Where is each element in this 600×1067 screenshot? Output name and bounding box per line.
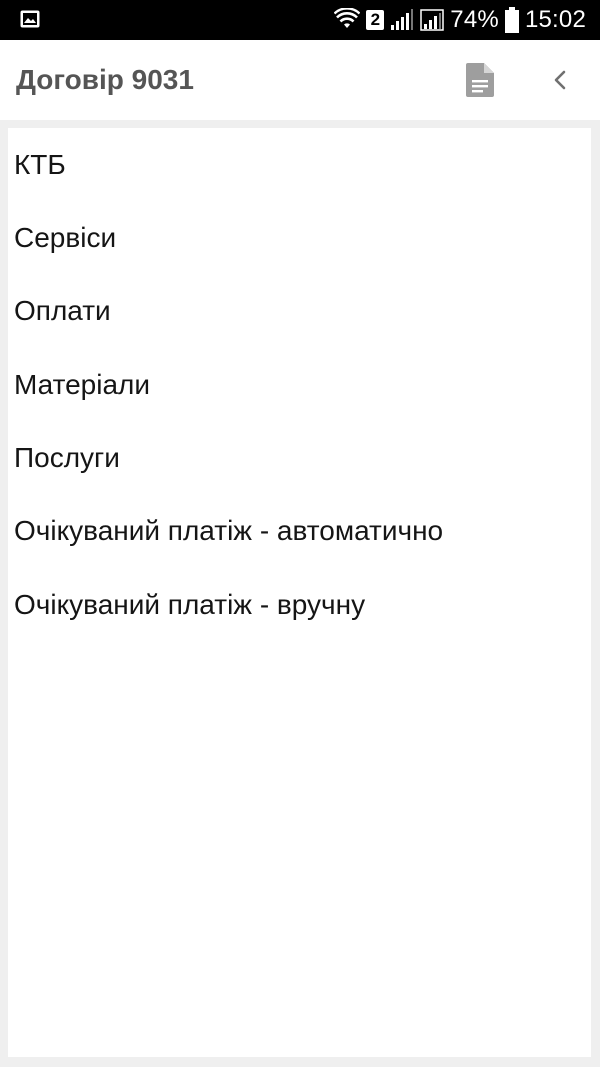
battery-percent: 74% (450, 6, 499, 33)
menu-item-materials[interactable]: Матеріали (8, 355, 591, 415)
chevron-left-icon (554, 70, 566, 90)
signal-icon (420, 9, 445, 31)
back-button[interactable] (540, 60, 580, 100)
wifi-icon (334, 8, 361, 28)
menu-item-services[interactable]: Сервіси (8, 208, 591, 268)
menu-item-ktb[interactable]: КТБ (8, 135, 591, 195)
menu-item-payments[interactable]: Оплати (8, 281, 591, 341)
clock: 15:02 (524, 6, 586, 33)
document-button[interactable] (460, 60, 500, 100)
document-icon (466, 63, 494, 97)
menu-item-expected-payment-manual[interactable]: Очікуваний платіж - вручну (8, 575, 591, 635)
menu-item-expected-payment-auto[interactable]: Очікуваний платіж - автоматично (8, 501, 591, 561)
menu-item-services-provided[interactable]: Послуги (8, 428, 591, 488)
content-card: КТБ Сервіси Оплати Матеріали Послуги Очі… (8, 128, 591, 1057)
image-notification-icon (20, 10, 40, 28)
status-bar-right: 2 74% 15:02 (334, 0, 586, 40)
signal-icon (391, 9, 414, 30)
page-title: Договір 9031 (16, 64, 194, 95)
status-bar: 2 74% 15:02 (0, 0, 600, 40)
app-bar: Договір 9031 (0, 40, 600, 120)
sim-slot-badge: 2 (366, 10, 385, 30)
battery-icon (504, 7, 519, 33)
